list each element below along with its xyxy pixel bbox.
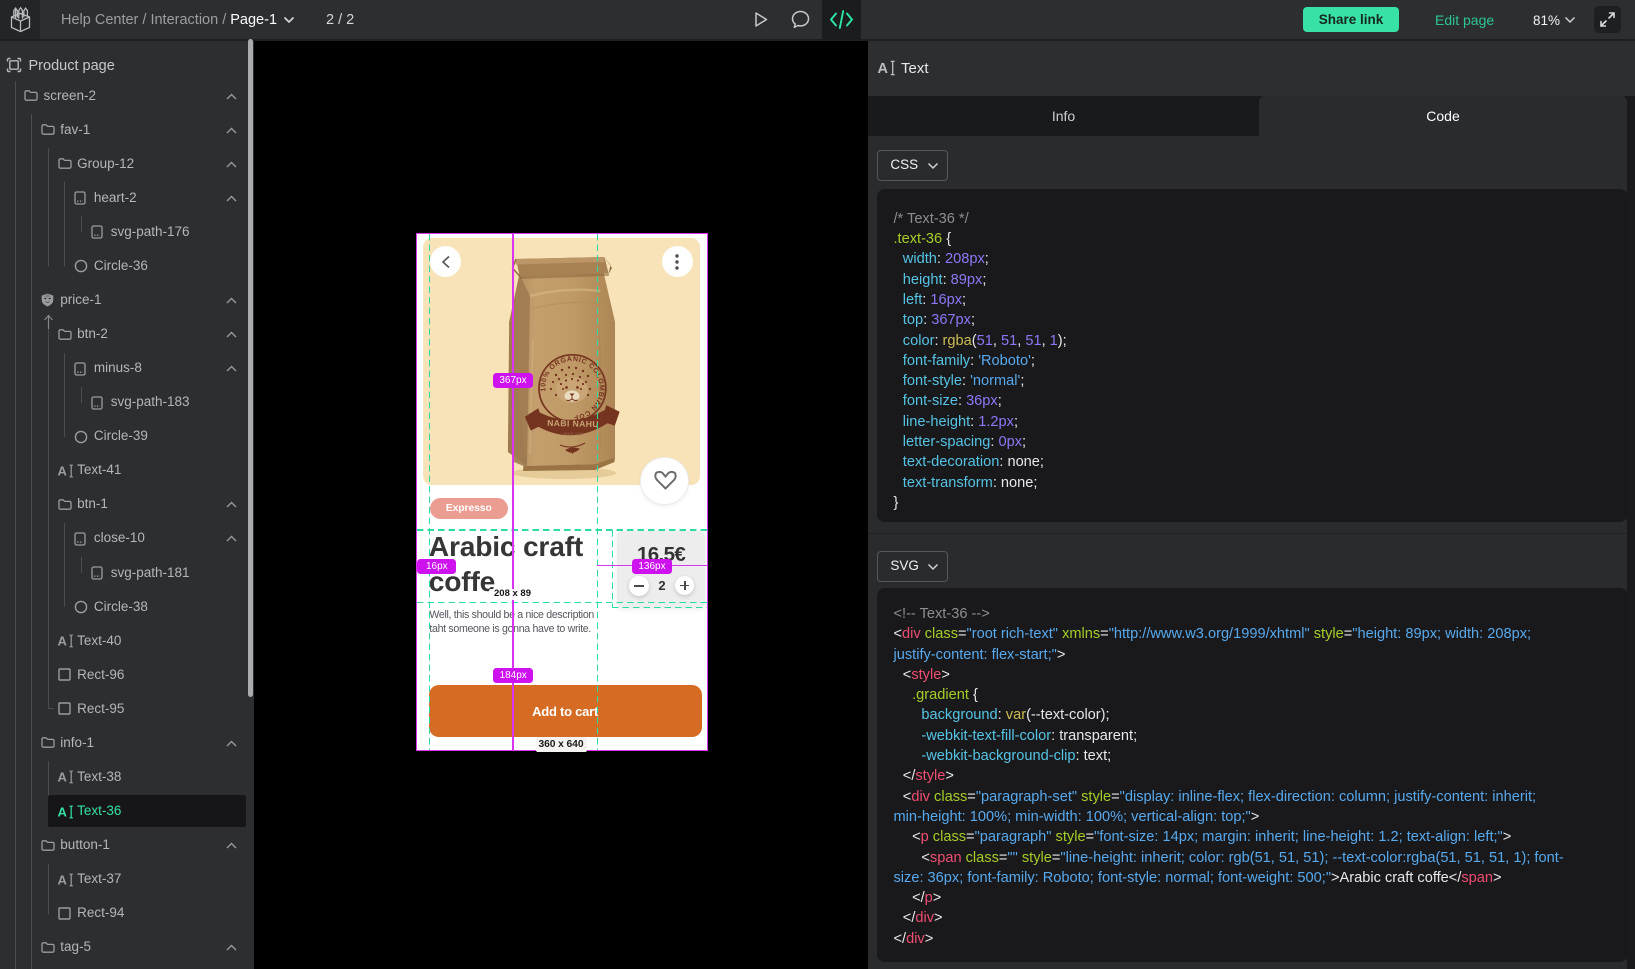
svg-text:A: A: [58, 770, 68, 784]
svg-text:A: A: [58, 805, 68, 819]
svg-text:A: A: [58, 873, 68, 887]
svg-text:A: A: [58, 464, 68, 478]
svg-text:SINCE 1930: SINCE 1930: [563, 432, 583, 436]
svg-text:A: A: [878, 61, 889, 76]
svg-text:A: A: [58, 634, 68, 648]
svg-text:NABI NAHU: NABI NAHU: [547, 418, 599, 429]
